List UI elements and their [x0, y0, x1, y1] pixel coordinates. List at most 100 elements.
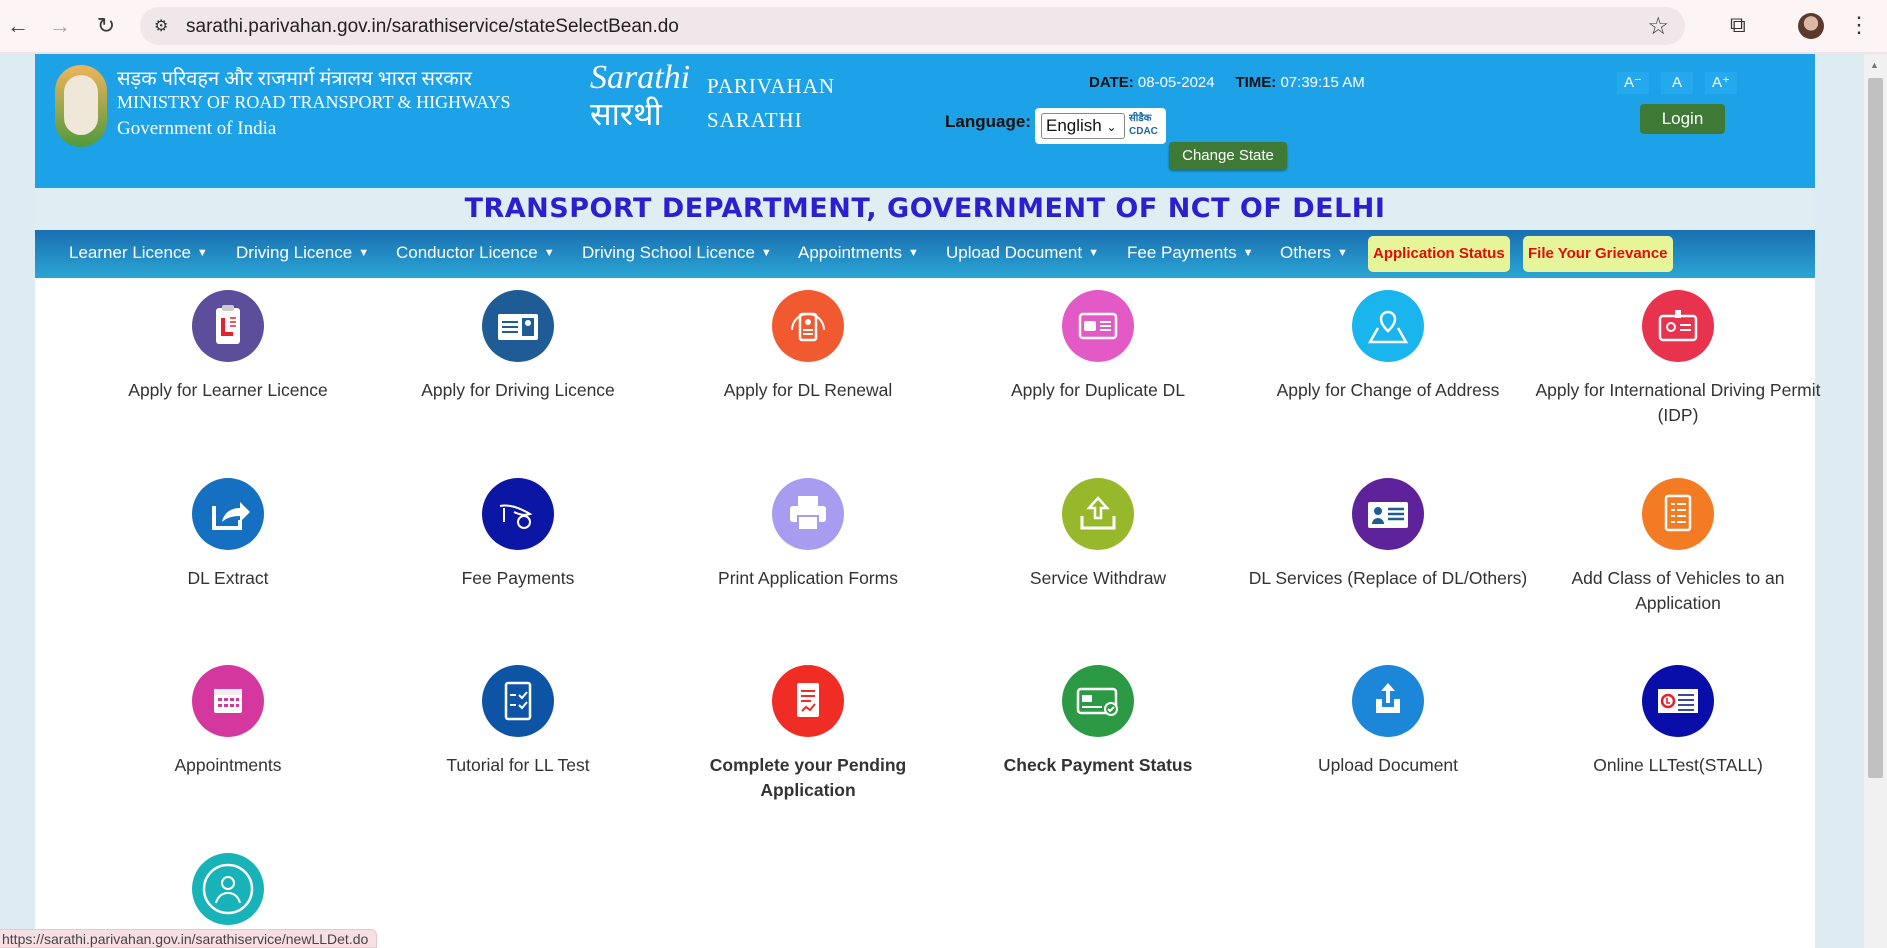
menu-fee-payments[interactable]: Fee Payments ▼	[1127, 243, 1254, 263]
service-label[interactable]: Apply for Change of Address	[1243, 378, 1533, 403]
checklist-icon[interactable]	[482, 665, 554, 737]
menu-label: Fee Payments	[1127, 243, 1237, 262]
arrow-right-icon: →	[49, 13, 71, 38]
badge-card-icon[interactable]	[1642, 290, 1714, 362]
department-bar: TRANSPORT DEPARTMENT, GOVERNMENT OF NCT …	[35, 188, 1815, 230]
service-tile-apply-for-international-driving-permit-idp[interactable]: Apply for International Driving Permit (…	[1533, 290, 1823, 428]
service-label[interactable]: Fee Payments	[373, 566, 663, 591]
caret-down-icon: ▼	[1337, 247, 1348, 259]
menu-label: Driving Licence	[236, 243, 353, 262]
service-label[interactable]: Apply for International Driving Permit (…	[1533, 378, 1823, 428]
ministry-name-english: MINISTRY OF ROAD TRANSPORT & HIGHWAYS	[117, 92, 511, 112]
calendar-icon[interactable]	[192, 665, 264, 737]
payment-card-icon[interactable]	[1062, 665, 1134, 737]
service-tile-dl-services-replace-of-dl-others[interactable]: DL Services (Replace of DL/Others)	[1243, 478, 1533, 591]
language-select[interactable]: English ⌄	[1041, 113, 1125, 139]
menu-appointments[interactable]: Appointments ▼	[798, 243, 919, 263]
extensions-puzzle-icon[interactable]: ⧉	[1730, 12, 1746, 38]
menu-label: Conductor Licence	[396, 243, 538, 262]
font-decrease-button[interactable]: A⁻	[1617, 72, 1649, 94]
service-label[interactable]: Apply for DL Renewal	[663, 378, 953, 403]
font-normal-button[interactable]: A	[1661, 72, 1693, 94]
forward-button[interactable]: →	[46, 12, 74, 40]
upload-tray-icon[interactable]	[1062, 478, 1134, 550]
service-tile-doctor[interactable]	[83, 853, 373, 941]
menu-others[interactable]: Others ▼	[1280, 243, 1348, 263]
menu-upload-document[interactable]: Upload Document ▼	[946, 243, 1099, 263]
menu-learner-licence[interactable]: Learner Licence ▼	[69, 243, 208, 263]
service-label[interactable]: Apply for Learner Licence	[83, 378, 373, 403]
back-button[interactable]: ←	[4, 12, 32, 40]
site-header: सड़क परिवहन और राजमार्ग मंत्रालय भारत सर…	[35, 54, 1815, 188]
service-label[interactable]: Apply for Duplicate DL	[953, 378, 1243, 403]
change-state-button[interactable]: Change State	[1169, 142, 1287, 170]
file-grievance-button[interactable]: File Your Grievance	[1523, 236, 1673, 272]
learner-clipboard-icon[interactable]	[192, 290, 264, 362]
service-tile-apply-for-dl-renewal[interactable]: Apply for DL Renewal	[663, 290, 953, 403]
application-status-button[interactable]: Application Status	[1368, 236, 1510, 272]
menu-conductor-licence[interactable]: Conductor Licence ▼	[396, 243, 555, 263]
government-of-india: Government of India	[117, 118, 277, 139]
id-card-icon[interactable]	[482, 290, 554, 362]
menu-label: Learner Licence	[69, 243, 191, 262]
service-tile-dl-extract[interactable]: DL Extract	[83, 478, 373, 591]
service-tile-apply-for-change-of-address[interactable]: Apply for Change of Address	[1243, 290, 1533, 403]
car-card-icon[interactable]	[1062, 290, 1134, 362]
service-tile-apply-for-learner-licence[interactable]: Apply for Learner Licence	[83, 290, 373, 403]
menu-driving-school-licence[interactable]: Driving School Licence ▼	[582, 243, 772, 263]
font-increase-button[interactable]: A⁺	[1705, 72, 1737, 94]
cdac-logo: सीडैक CDAC	[1129, 112, 1158, 138]
service-label[interactable]: Complete your Pending Application	[663, 753, 953, 803]
service-tile-check-payment-status[interactable]: Check Payment Status	[953, 665, 1243, 778]
service-tile-tutorial-for-ll-test[interactable]: Tutorial for LL Test	[373, 665, 663, 778]
service-tile-online-lltest-stall[interactable]: Online LLTest(STALL)	[1533, 665, 1823, 778]
service-label[interactable]: Print Application Forms	[663, 566, 953, 591]
bookmark-star-icon[interactable]: ☆	[1647, 12, 1669, 41]
service-label[interactable]: DL Extract	[83, 566, 373, 591]
browser-menu-icon[interactable]: ⋮	[1848, 12, 1870, 38]
printer-icon[interactable]	[772, 478, 844, 550]
caret-down-icon: ▼	[1088, 247, 1099, 259]
service-label[interactable]: Apply for Driving Licence	[373, 378, 663, 403]
address-bar[interactable]: ⚙ sarathi.parivahan.gov.in/sarathiservic…	[140, 7, 1685, 45]
ll-card-icon[interactable]	[1642, 665, 1714, 737]
profile-avatar[interactable]	[1798, 13, 1824, 39]
service-label[interactable]: Check Payment Status	[953, 753, 1243, 778]
service-tile-print-application-forms[interactable]: Print Application Forms	[663, 478, 953, 591]
service-tile-add-class-of-vehicles-to-an-application[interactable]: Add Class of Vehicles to an Application	[1533, 478, 1823, 616]
menu-driving-licence[interactable]: Driving Licence ▼	[236, 243, 369, 263]
service-label[interactable]: Online LLTest(STALL)	[1533, 753, 1823, 778]
service-label[interactable]: Service Withdraw	[953, 566, 1243, 591]
service-label[interactable]: Appointments	[83, 753, 373, 778]
service-label[interactable]: DL Services (Replace of DL/Others)	[1243, 566, 1533, 591]
service-tile-apply-for-duplicate-dl[interactable]: Apply for Duplicate DL	[953, 290, 1243, 403]
reload-icon: ↻	[96, 13, 116, 38]
service-tile-fee-payments[interactable]: Fee Payments	[373, 478, 663, 591]
hand-rupee-icon[interactable]	[482, 478, 554, 550]
upload-box-icon[interactable]	[1352, 665, 1424, 737]
url-text[interactable]: sarathi.parivahan.gov.in/sarathiservice/…	[186, 16, 679, 38]
caret-down-icon: ▼	[1242, 247, 1254, 259]
login-button[interactable]: Login	[1640, 104, 1725, 134]
doctor-icon[interactable]	[192, 853, 264, 925]
reload-button[interactable]: ↻	[92, 12, 120, 40]
pending-doc-icon[interactable]	[772, 665, 844, 737]
link-status-bar: https://sarathi.parivahan.gov.in/sarathi…	[0, 929, 378, 948]
service-tile-upload-document[interactable]: Upload Document	[1243, 665, 1533, 778]
list-doc-icon[interactable]	[1642, 478, 1714, 550]
scroll-up-icon[interactable]: ▲	[1870, 60, 1879, 70]
page-scrollbar[interactable]: ▲	[1864, 54, 1887, 948]
service-label[interactable]: Upload Document	[1243, 753, 1533, 778]
scrollbar-thumb[interactable]	[1868, 78, 1883, 778]
service-tile-appointments[interactable]: Appointments	[83, 665, 373, 778]
service-tile-apply-for-driving-licence[interactable]: Apply for Driving Licence	[373, 290, 663, 403]
share-arrow-icon[interactable]	[192, 478, 264, 550]
service-label[interactable]: Tutorial for LL Test	[373, 753, 663, 778]
map-pin-icon[interactable]	[1352, 290, 1424, 362]
renewal-card-icon[interactable]	[772, 290, 844, 362]
service-label[interactable]: Add Class of Vehicles to an Application	[1533, 566, 1823, 616]
site-info-icon[interactable]: ⚙	[154, 16, 168, 36]
service-tile-complete-your-pending-application[interactable]: Complete your Pending Application	[663, 665, 953, 803]
service-tile-service-withdraw[interactable]: Service Withdraw	[953, 478, 1243, 591]
profile-card-icon[interactable]	[1352, 478, 1424, 550]
